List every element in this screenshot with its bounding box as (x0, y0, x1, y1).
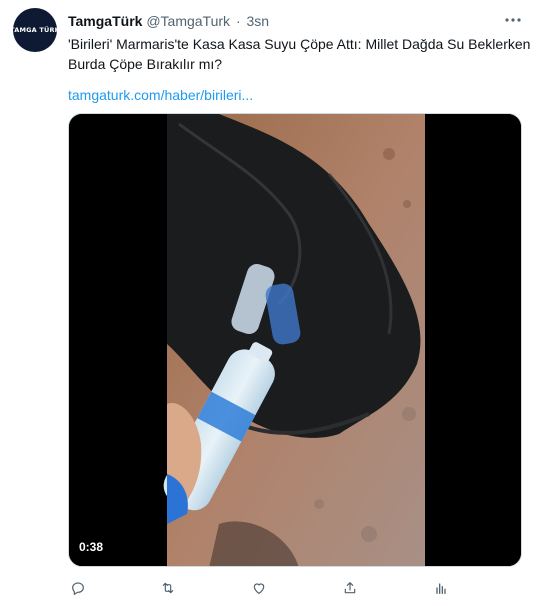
video-player[interactable]: 0:38 (68, 113, 522, 567)
tweet-text: 'Birileri' Marmaris'te Kasa Kasa Suyu Çö… (68, 34, 531, 74)
video-duration: 0:38 (79, 540, 104, 554)
share-icon[interactable] (340, 578, 360, 598)
reply-icon[interactable] (68, 578, 88, 598)
retweet-icon[interactable] (158, 578, 178, 598)
video-frame (69, 114, 521, 566)
separator-dot: · (235, 13, 241, 29)
tweet-text-line-2: Burda Çöpe Bırakılır mı? (68, 56, 223, 72)
tweet-header: TamgaTürk @TamgaTurk · 3sn (68, 12, 508, 30)
tweet-card[interactable]: TAMGA TÜRK TamgaTürk @TamgaTurk · 3sn 'B… (0, 0, 537, 606)
tweet-actions (68, 578, 468, 598)
like-icon[interactable] (249, 578, 269, 598)
tweet-text-line-1: 'Birileri' Marmaris'te Kasa Kasa Suyu Çö… (68, 36, 531, 52)
more-options-icon[interactable] (505, 12, 521, 28)
timestamp[interactable]: 3sn (247, 13, 270, 29)
avatar-logo-text: TAMGA TÜRK (13, 26, 57, 34)
display-name[interactable]: TamgaTürk (68, 13, 142, 29)
article-link[interactable]: tamgaturk.com/haber/birileri... (68, 86, 253, 104)
user-handle[interactable]: @TamgaTurk (146, 13, 230, 29)
analytics-icon[interactable] (431, 578, 451, 598)
avatar[interactable]: TAMGA TÜRK (13, 8, 57, 52)
